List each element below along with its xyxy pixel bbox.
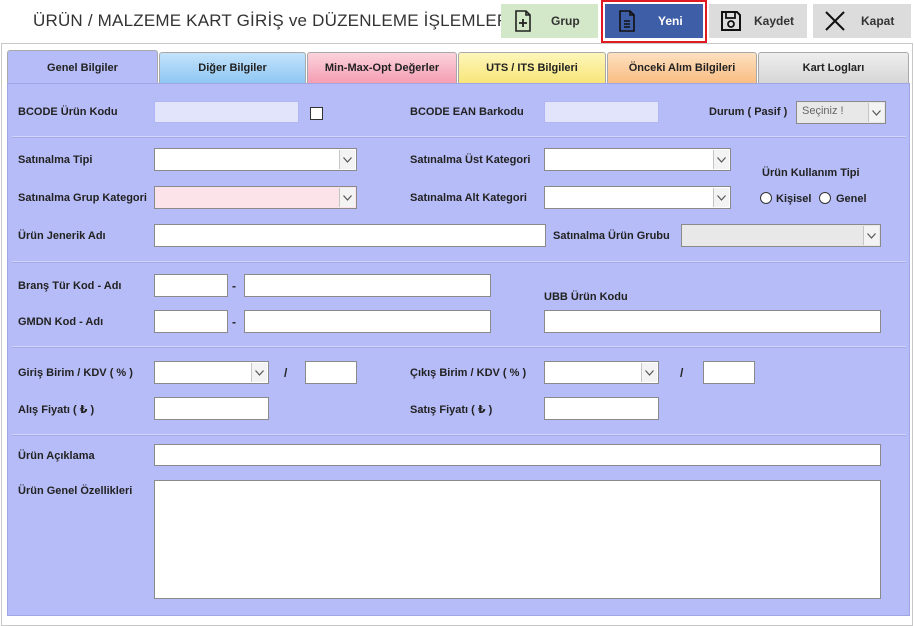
satis-fiyati-label: Satış Fiyatı ( ₺ )	[410, 404, 493, 416]
cikis-birim-label: Çıkış Birim / KDV ( % )	[410, 367, 527, 379]
cikis-birim-select[interactable]	[544, 361, 659, 384]
chevron-down-icon	[641, 363, 657, 382]
satinalma-alt-kategori-label: Satınalma Alt Kategori	[410, 192, 527, 204]
page-title: ÜRÜN / MALZEME KART GİRİŞ ve DÜZENLEME İ…	[33, 11, 515, 30]
divider	[12, 346, 906, 348]
ubb-urun-kodu-input[interactable]	[544, 310, 881, 333]
close-icon	[823, 9, 847, 33]
durum-select[interactable]: Seçiniz !	[796, 101, 886, 124]
grup-button[interactable]: Grup	[501, 4, 598, 38]
kaydet-button-label: Kaydet	[754, 14, 795, 28]
bcode-checkbox[interactable]	[310, 107, 323, 120]
chevron-down-icon	[339, 188, 355, 207]
giris-slash: /	[284, 366, 288, 380]
divider	[12, 261, 906, 263]
chevron-down-icon	[713, 188, 729, 207]
satinalma-urun-grubu-label: Satınalma Ürün Grubu	[553, 230, 670, 242]
urun-genel-ozellikleri-label: Ürün Genel Özellikleri	[18, 485, 133, 497]
genel-radio[interactable]	[819, 192, 831, 204]
add-document-icon	[511, 9, 535, 33]
genel-radio-label: Genel	[836, 193, 867, 205]
gmdn-adi-input[interactable]	[244, 310, 491, 333]
giris-kdv-input[interactable]	[305, 361, 357, 384]
gmdn-kod-label: GMDN Kod - Adı	[18, 316, 104, 328]
tab-genel-bilgiler[interactable]: Genel Bilgiler	[7, 50, 158, 84]
urun-aciklama-input[interactable]	[154, 444, 881, 466]
bcode-ean-barkodu-input[interactable]	[544, 101, 659, 123]
satinalma-urun-grubu-select[interactable]	[681, 224, 881, 247]
cikis-slash: /	[680, 366, 684, 380]
giris-birim-label: Giriş Birim / KDV ( % )	[18, 367, 133, 379]
divider	[12, 434, 906, 436]
urun-jenerik-adi-input[interactable]	[154, 224, 546, 247]
urun-jenerik-adi-label: Ürün Jenerik Adı	[18, 230, 106, 242]
satinalma-grup-kategori-label: Satınalma Grup Kategori	[18, 192, 147, 204]
satinalma-ust-kategori-label: Satınalma Üst Kategori	[410, 154, 531, 166]
alis-fiyati-input[interactable]	[154, 397, 269, 420]
header-bar: ÜRÜN / MALZEME KART GİRİŞ ve DÜZENLEME İ…	[0, 0, 914, 43]
brans-dash: -	[232, 279, 236, 293]
satinalma-tipi-select[interactable]	[154, 148, 357, 171]
chevron-down-icon	[863, 226, 879, 245]
kisisel-radio[interactable]	[760, 192, 772, 204]
new-document-icon	[615, 9, 639, 33]
divider	[12, 136, 906, 138]
brans-tur-kod-label: Branş Tür Kod - Adı	[18, 280, 122, 292]
gmdn-kod-input[interactable]	[154, 310, 228, 333]
urun-kullanim-tipi-label: Ürün Kullanım Tipi	[762, 167, 860, 179]
chevron-down-icon	[251, 363, 267, 382]
chevron-down-icon	[339, 150, 355, 169]
cikis-kdv-input[interactable]	[703, 361, 755, 384]
yeni-button[interactable]: Yeni	[605, 4, 703, 38]
bcode-urun-kodu-input[interactable]	[154, 101, 299, 123]
ubb-urun-kodu-label: UBB Ürün Kodu	[544, 291, 628, 303]
kapat-button[interactable]: Kapat	[813, 4, 911, 38]
grup-button-label: Grup	[551, 14, 580, 28]
satinalma-ust-kategori-select[interactable]	[544, 148, 731, 171]
kaydet-button[interactable]: Kaydet	[709, 4, 807, 38]
yeni-button-label: Yeni	[658, 14, 683, 28]
tab-onceki-alim[interactable]: Önceki Alım Bilgileri	[607, 52, 757, 83]
urun-aciklama-label: Ürün Açıklama	[18, 450, 95, 462]
kapat-button-label: Kapat	[861, 14, 895, 28]
tab-min-max-opt[interactable]: Min-Max-Opt Değerler	[307, 52, 457, 83]
brans-tur-adi-input[interactable]	[244, 274, 491, 297]
kisisel-radio-label: Kişisel	[776, 193, 812, 205]
durum-label: Durum ( Pasif )	[709, 106, 788, 118]
bcode-ean-barkodu-label: BCODE EAN Barkodu	[410, 106, 524, 118]
save-icon	[719, 9, 743, 33]
satis-fiyati-input[interactable]	[544, 397, 659, 420]
chevron-down-icon	[713, 150, 729, 169]
alis-fiyati-label: Alış Fiyatı ( ₺ )	[18, 404, 95, 416]
chevron-down-icon	[868, 103, 884, 122]
tab-diger-bilgiler[interactable]: Diğer Bilgiler	[159, 52, 306, 83]
gmdn-dash: -	[232, 315, 236, 329]
urun-genel-ozellikleri-textarea[interactable]	[154, 480, 881, 599]
satinalma-alt-kategori-select[interactable]	[544, 186, 731, 209]
giris-birim-select[interactable]	[154, 361, 269, 384]
durum-select-value: Seçiniz !	[802, 105, 844, 117]
brans-tur-kod-input[interactable]	[154, 274, 228, 297]
tab-uts-its[interactable]: UTS / ITS Bilgileri	[458, 52, 606, 83]
bcode-urun-kodu-label: BCODE Ürün Kodu	[18, 106, 118, 118]
satinalma-tipi-label: Satınalma Tipi	[18, 154, 93, 166]
satinalma-grup-kategori-select[interactable]	[154, 186, 357, 209]
tab-kart-loglari[interactable]: Kart Logları	[758, 52, 909, 83]
